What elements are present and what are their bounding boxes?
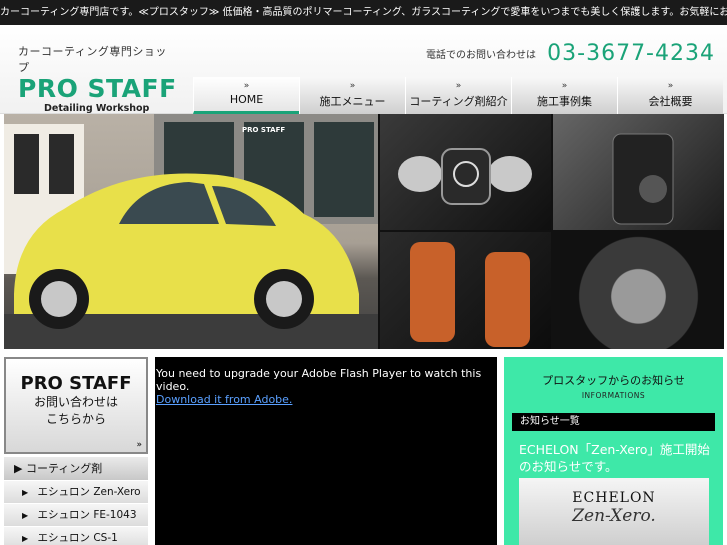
double-chevron-right-icon: » — [667, 81, 674, 91]
double-chevron-right-icon: » — [455, 81, 462, 91]
contact-line2: こちらから — [45, 412, 106, 426]
nav-menu[interactable]: » 施工メニュー — [299, 77, 405, 114]
triangle-right-icon: ▶ — [14, 462, 23, 475]
nav-label: 施工メニュー — [319, 95, 386, 108]
hero-photo-front-grille — [380, 114, 551, 230]
sidebar-item[interactable]: ▶ エシュロン Zen-Xero — [4, 481, 148, 504]
hero-photo-interior-console — [553, 114, 724, 230]
nav-label: 施工事例集 — [537, 95, 592, 108]
info-panel: プロスタッフからのお知らせ INFORMATIONS お知らせ一覧 ECHELO… — [504, 357, 723, 545]
flash-video-player[interactable]: You need to upgrade your Adobe Flash Pla… — [155, 357, 497, 545]
double-chevron-right-icon: » — [243, 81, 250, 91]
global-nav: » HOME » 施工メニュー » コーティング剤紹介 » 施工事例集 » 会社… — [193, 77, 727, 114]
nav-company[interactable]: » 会社概要 — [617, 77, 723, 114]
phone-number[interactable]: 03-3677-4234 — [547, 41, 715, 66]
info-subtitle: INFORMATIONS — [581, 391, 646, 400]
hero-photo-seats — [380, 232, 551, 349]
nav-label: 会社概要 — [648, 95, 693, 108]
left-sidebar: PRO STAFF お問い合わせは こちらから » ▶ コーティング剤 ▶ エシ… — [4, 357, 148, 545]
contact-banner[interactable]: PRO STAFF お問い合わせは こちらから » — [4, 357, 148, 454]
nav-home[interactable]: » HOME — [193, 77, 299, 114]
flash-download-link[interactable]: Download it from Adobe. — [156, 393, 292, 406]
phone-label: 電話でのお問い合わせは — [426, 50, 537, 61]
logo-brand: PRO STAFF — [18, 74, 177, 103]
hero-main-car-photo: PRO STAFF — [4, 114, 378, 349]
phone-contact: 電話でのお問い合わせは 03-3677-4234 — [426, 41, 715, 66]
hero-photo-wheel — [553, 232, 724, 349]
double-chevron-right-icon: » — [136, 440, 142, 450]
logo-subtitle: Detailing Workshop — [44, 103, 150, 114]
site-header: カーコーティング専門ショップ PRO STAFF Detailing Works… — [0, 25, 727, 114]
nav-works[interactable]: » 施工事例集 — [511, 77, 617, 114]
info-news-item[interactable]: ECHELON「Zen-Xero」施工開始のお知らせです。 — [519, 441, 715, 475]
contact-line1: お問い合わせは — [33, 395, 118, 409]
triangle-right-icon: ▶ — [22, 511, 29, 520]
announcement-text: カーコーティング専門店です。≪プロスタッフ≫ 低価格・高品質のポリマーコーティン… — [0, 7, 727, 18]
sidebar-section-title[interactable]: ▶ コーティング剤 — [4, 457, 148, 481]
triangle-right-icon: ▶ — [22, 488, 29, 497]
site-logo[interactable]: カーコーティング専門ショップ PRO STAFF Detailing Works… — [18, 43, 178, 114]
sidebar-item-label: エシュロン CS-1 — [37, 532, 118, 544]
nav-label: コーティング剤紹介 — [409, 95, 508, 108]
contact-brand: PRO STAFF — [20, 373, 132, 394]
hero-gallery: PRO STAFF — [4, 114, 724, 349]
double-chevron-right-icon: » — [349, 81, 356, 91]
info-list-bar[interactable]: お知らせ一覧 — [512, 413, 715, 431]
top-announcement-bar: カーコーティング専門店です。≪プロスタッフ≫ 低価格・高品質のポリマーコーティン… — [0, 0, 727, 25]
banner-brand: ECHELON — [572, 490, 656, 506]
triangle-right-icon: ▶ — [22, 534, 29, 543]
flash-message: You need to upgrade your Adobe Flash Pla… — [156, 367, 482, 393]
double-chevron-right-icon: » — [561, 81, 568, 91]
sidebar-item-label: エシュロン Zen-Xero — [37, 486, 141, 498]
info-title: プロスタッフからのお知らせ — [542, 374, 685, 387]
sidebar-item[interactable]: ▶ エシュロン CS-1 — [4, 527, 148, 545]
sidebar-item[interactable]: ▶ エシュロン FE-1043 — [4, 504, 148, 527]
nav-label: HOME — [229, 93, 264, 106]
yellow-beetle-illustration: PRO STAFF — [4, 114, 378, 349]
sidebar-item-label: エシュロン FE-1043 — [37, 509, 137, 521]
logo-tagline: カーコーティング専門ショップ — [18, 45, 167, 74]
zen-xero-banner[interactable]: ECHELON Zen-Xero. — [519, 478, 709, 545]
banner-product: Zen-Xero. — [572, 506, 656, 526]
nav-products[interactable]: » コーティング剤紹介 — [405, 77, 511, 114]
sidebar-section-label: コーティング剤 — [25, 462, 103, 475]
hero-sign-text: PRO STAFF — [242, 126, 285, 134]
